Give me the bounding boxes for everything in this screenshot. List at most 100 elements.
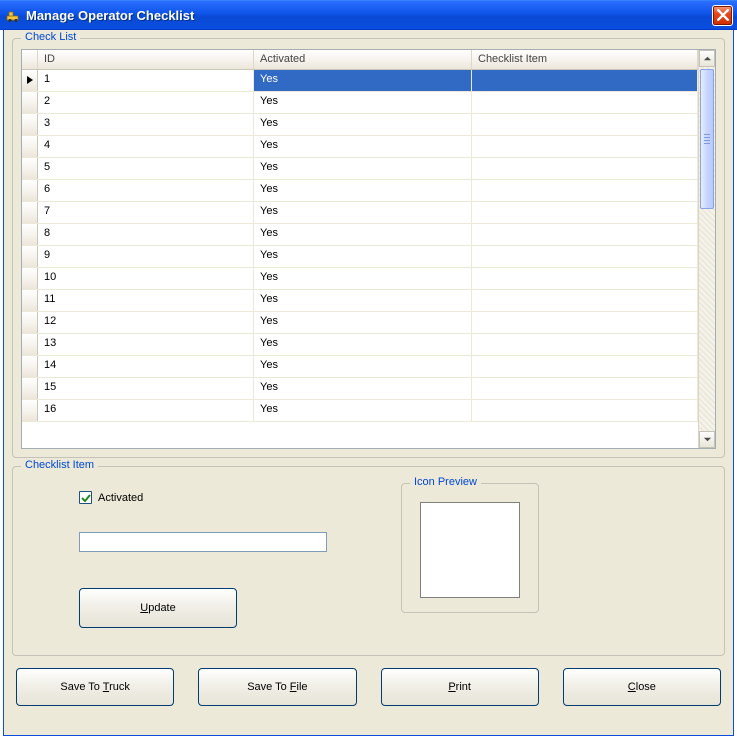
- cell-activated[interactable]: Yes: [254, 378, 472, 399]
- row-handle[interactable]: [22, 334, 38, 355]
- table-row[interactable]: 4Yes: [22, 136, 698, 158]
- table-row[interactable]: 9Yes: [22, 246, 698, 268]
- cell-checklist-item[interactable]: [472, 290, 698, 311]
- row-handle[interactable]: [22, 202, 38, 223]
- cell-checklist-item[interactable]: [472, 334, 698, 355]
- cell-id[interactable]: 14: [38, 356, 254, 377]
- table-row[interactable]: 10Yes: [22, 268, 698, 290]
- table-row[interactable]: 13Yes: [22, 334, 698, 356]
- app-icon: [6, 7, 22, 23]
- update-button[interactable]: Update: [79, 588, 237, 628]
- grid-vertical-scrollbar[interactable]: [698, 50, 715, 448]
- cell-id[interactable]: 8: [38, 224, 254, 245]
- cell-activated[interactable]: Yes: [254, 158, 472, 179]
- cell-activated[interactable]: Yes: [254, 180, 472, 201]
- cell-checklist-item[interactable]: [472, 70, 698, 91]
- cell-checklist-item[interactable]: [472, 400, 698, 421]
- row-handle[interactable]: [22, 70, 38, 91]
- table-row[interactable]: 5Yes: [22, 158, 698, 180]
- cell-activated[interactable]: Yes: [254, 312, 472, 333]
- row-handle[interactable]: [22, 400, 38, 421]
- cell-activated[interactable]: Yes: [254, 290, 472, 311]
- cell-checklist-item[interactable]: [472, 180, 698, 201]
- cell-id[interactable]: 5: [38, 158, 254, 179]
- cell-id[interactable]: 15: [38, 378, 254, 399]
- table-row[interactable]: 7Yes: [22, 202, 698, 224]
- table-row[interactable]: 11Yes: [22, 290, 698, 312]
- cell-id[interactable]: 7: [38, 202, 254, 223]
- cell-activated[interactable]: Yes: [254, 246, 472, 267]
- cell-id[interactable]: 1: [38, 70, 254, 91]
- cell-id[interactable]: 4: [38, 136, 254, 157]
- cell-activated[interactable]: Yes: [254, 224, 472, 245]
- cell-checklist-item[interactable]: [472, 378, 698, 399]
- close-window-button[interactable]: [712, 5, 733, 26]
- table-row[interactable]: 3Yes: [22, 114, 698, 136]
- row-handle[interactable]: [22, 356, 38, 377]
- cell-checklist-item[interactable]: [472, 158, 698, 179]
- cell-activated[interactable]: Yes: [254, 268, 472, 289]
- column-header-id[interactable]: ID: [38, 50, 254, 69]
- save-to-truck-button[interactable]: Save To Truck: [16, 668, 174, 706]
- table-row[interactable]: 8Yes: [22, 224, 698, 246]
- row-handle[interactable]: [22, 158, 38, 179]
- row-handle[interactable]: [22, 290, 38, 311]
- cell-activated[interactable]: Yes: [254, 356, 472, 377]
- cell-checklist-item[interactable]: [472, 268, 698, 289]
- cell-id[interactable]: 9: [38, 246, 254, 267]
- scroll-thumb[interactable]: [700, 69, 714, 209]
- table-row[interactable]: 2Yes: [22, 92, 698, 114]
- print-button[interactable]: Print: [381, 668, 539, 706]
- table-row[interactable]: 6Yes: [22, 180, 698, 202]
- row-selector-header[interactable]: [22, 50, 38, 69]
- row-handle[interactable]: [22, 180, 38, 201]
- cell-id[interactable]: 13: [38, 334, 254, 355]
- row-handle[interactable]: [22, 268, 38, 289]
- cell-checklist-item[interactable]: [472, 224, 698, 245]
- cell-activated[interactable]: Yes: [254, 334, 472, 355]
- table-row[interactable]: 16Yes: [22, 400, 698, 422]
- scroll-down-button[interactable]: [699, 431, 715, 448]
- cell-activated[interactable]: Yes: [254, 70, 472, 91]
- cell-id[interactable]: 3: [38, 114, 254, 135]
- cell-activated[interactable]: Yes: [254, 92, 472, 113]
- cell-id[interactable]: 12: [38, 312, 254, 333]
- cell-activated[interactable]: Yes: [254, 400, 472, 421]
- cell-activated[interactable]: Yes: [254, 136, 472, 157]
- close-button[interactable]: Close: [563, 668, 721, 706]
- row-handle[interactable]: [22, 136, 38, 157]
- row-handle[interactable]: [22, 246, 38, 267]
- cell-checklist-item[interactable]: [472, 114, 698, 135]
- cell-activated[interactable]: Yes: [254, 202, 472, 223]
- checklist-grid[interactable]: ID Activated Checklist Item 1Yes2Yes3Yes…: [21, 49, 716, 449]
- checklist-item-input[interactable]: [79, 532, 327, 552]
- cell-id[interactable]: 6: [38, 180, 254, 201]
- activated-checkbox[interactable]: [79, 491, 92, 504]
- row-handle[interactable]: [22, 224, 38, 245]
- table-row[interactable]: 14Yes: [22, 356, 698, 378]
- save-to-file-button[interactable]: Save To File: [198, 668, 356, 706]
- column-header-checklist-item[interactable]: Checklist Item: [472, 50, 698, 69]
- column-header-activated[interactable]: Activated: [254, 50, 472, 69]
- cell-checklist-item[interactable]: [472, 356, 698, 377]
- row-handle[interactable]: [22, 114, 38, 135]
- cell-id[interactable]: 16: [38, 400, 254, 421]
- row-handle[interactable]: [22, 378, 38, 399]
- cell-id[interactable]: 11: [38, 290, 254, 311]
- checklist-group-label: Check List: [21, 31, 80, 43]
- cell-checklist-item[interactable]: [472, 312, 698, 333]
- table-row[interactable]: 1Yes: [22, 70, 698, 92]
- cell-checklist-item[interactable]: [472, 136, 698, 157]
- cell-checklist-item[interactable]: [472, 92, 698, 113]
- table-row[interactable]: 12Yes: [22, 312, 698, 334]
- cell-id[interactable]: 2: [38, 92, 254, 113]
- cell-activated[interactable]: Yes: [254, 114, 472, 135]
- row-handle[interactable]: [22, 92, 38, 113]
- cell-checklist-item[interactable]: [472, 246, 698, 267]
- table-row[interactable]: 15Yes: [22, 378, 698, 400]
- scroll-track[interactable]: [699, 67, 715, 431]
- scroll-up-button[interactable]: [699, 50, 715, 67]
- cell-checklist-item[interactable]: [472, 202, 698, 223]
- cell-id[interactable]: 10: [38, 268, 254, 289]
- row-handle[interactable]: [22, 312, 38, 333]
